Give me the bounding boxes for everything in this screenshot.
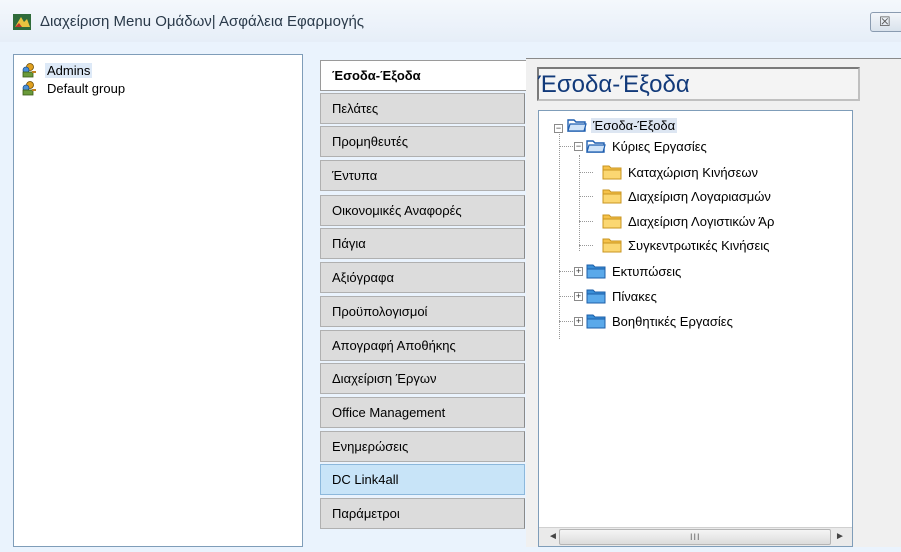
tree-line [579,196,593,197]
horizontal-scrollbar[interactable]: ◄ III ► [539,527,852,546]
folder-icon [602,238,622,253]
tab-oikonomikes-anafores[interactable]: Οικονομικές Αναφορές [320,195,525,226]
tree-node-prints[interactable]: Εκτυπώσεις [586,262,683,280]
collapse-toggle[interactable]: − [554,124,563,133]
tab-axiografa[interactable]: Αξιόγραφα [320,262,525,293]
groups-list[interactable]: Admins Default group [13,54,303,547]
tree-node-aux-tasks[interactable]: Βοηθητικές Εργασίες [586,312,735,330]
security-window: Διαχείριση Menu Ομάδων| Ασφάλεια Εφαρμογ… [0,0,901,552]
collapse-toggle[interactable]: − [574,142,583,151]
tree-node-label: Συγκεντρωτικές Κινήσεις [628,237,770,253]
tab-proypologismoi[interactable]: Προϋπολογισμοί [320,296,525,327]
tab-enimeroseis[interactable]: Ενημερώσεις [320,431,525,462]
expand-toggle[interactable]: + [574,292,583,301]
tab-dc-link4all[interactable]: DC Link4all [320,464,525,495]
expand-toggle[interactable]: + [574,267,583,276]
folder-icon [586,289,606,304]
tree-line [559,146,573,147]
tab-apografi-apothikis[interactable]: Απογραφή Αποθήκης [320,330,525,361]
tree-line [559,129,560,339]
menu-tree[interactable]: − Έσοδα-Έξοδα − Κύριες Εργασίες Καταχώρι… [538,110,853,547]
tree-line [559,271,573,272]
tree-line [579,155,580,251]
folder-icon [602,214,622,229]
scroll-left-arrow-icon[interactable]: ◄ [548,531,558,542]
tree-node-main-tasks[interactable]: Κύριες Εργασίες [586,137,709,155]
open-folder-icon [586,140,606,153]
tree-node-tables[interactable]: Πίνακες [586,287,659,305]
tab-office-management[interactable]: Office Management [320,397,525,428]
users-key-icon [22,63,36,78]
scrollbar-thumb[interactable]: III [559,529,831,545]
tree-node-root[interactable]: Έσοδα-Έξοδα [567,116,678,134]
group-item-admins[interactable]: Admins [21,61,93,79]
tab-pelates[interactable]: Πελάτες [320,93,525,124]
section-header: Έσοδα-Έξοδα [538,71,690,98]
tree-node-logariasmoi[interactable]: Διαχείριση Λογαριασμών [602,187,773,205]
tab-parametroi[interactable]: Παράμετροι [320,498,525,529]
tab-entypa[interactable]: Έντυπα [320,160,525,191]
group-label: Admins [45,62,93,78]
tree-node-label: Διαχείριση Λογαριασμών [628,188,771,204]
tab-promitheutes[interactable]: Προμηθευτές [320,126,525,157]
tree-node-katachorisi[interactable]: Καταχώριση Κινήσεων [602,163,760,181]
scrollbar-grip-icon: III [690,532,701,542]
tree-node-label: Βοηθητικές Εργασίες [612,313,733,329]
folder-icon [586,264,606,279]
tree-line [559,296,573,297]
tab-esoda-exoda[interactable]: Έσοδα-Έξοδα [320,60,526,91]
tab-diaxeirisi-ergon[interactable]: Διαχείριση Έργων [320,363,525,394]
folder-icon [602,165,622,180]
tree-node-label: Έσοδα-Έξοδα [591,117,678,133]
tree-node-sygkentrotikes[interactable]: Συγκεντρωτικές Κινήσεις [602,236,771,254]
tree-node-label: Κύριες Εργασίες [612,138,707,154]
folder-icon [586,314,606,329]
title-bar: Διαχείριση Menu Ομάδων| Ασφάλεια Εφαρμογ… [0,0,901,42]
tree-node-label: Καταχώριση Κινήσεων [628,164,759,180]
users-key-icon [22,81,36,96]
tree-node-label: Εκτυπώσεις [612,263,682,279]
tree-node-label: Πίνακες [612,288,657,304]
scroll-right-arrow-icon[interactable]: ► [835,531,845,542]
window-title: Διαχείριση Menu Ομάδων| Ασφάλεια Εφαρμογ… [40,13,365,30]
tree-line [559,321,573,322]
folder-icon [602,189,622,204]
tree-node-logistika-arthra[interactable]: Διαχείριση Λογιστικών Άρ [602,212,776,230]
group-item-default[interactable]: Default group [21,79,127,97]
open-folder-icon [567,119,587,132]
group-label: Default group [47,80,126,96]
tree-line [579,221,593,222]
app-icon [13,14,31,30]
tree-node-label: Διαχείριση Λογιστικών Άρ [628,213,775,229]
tree-line [579,245,593,246]
tree-line [579,172,593,173]
close-button[interactable]: ☒ [870,12,901,32]
expand-toggle[interactable]: + [574,317,583,326]
tab-pagia[interactable]: Πάγια [320,228,525,259]
